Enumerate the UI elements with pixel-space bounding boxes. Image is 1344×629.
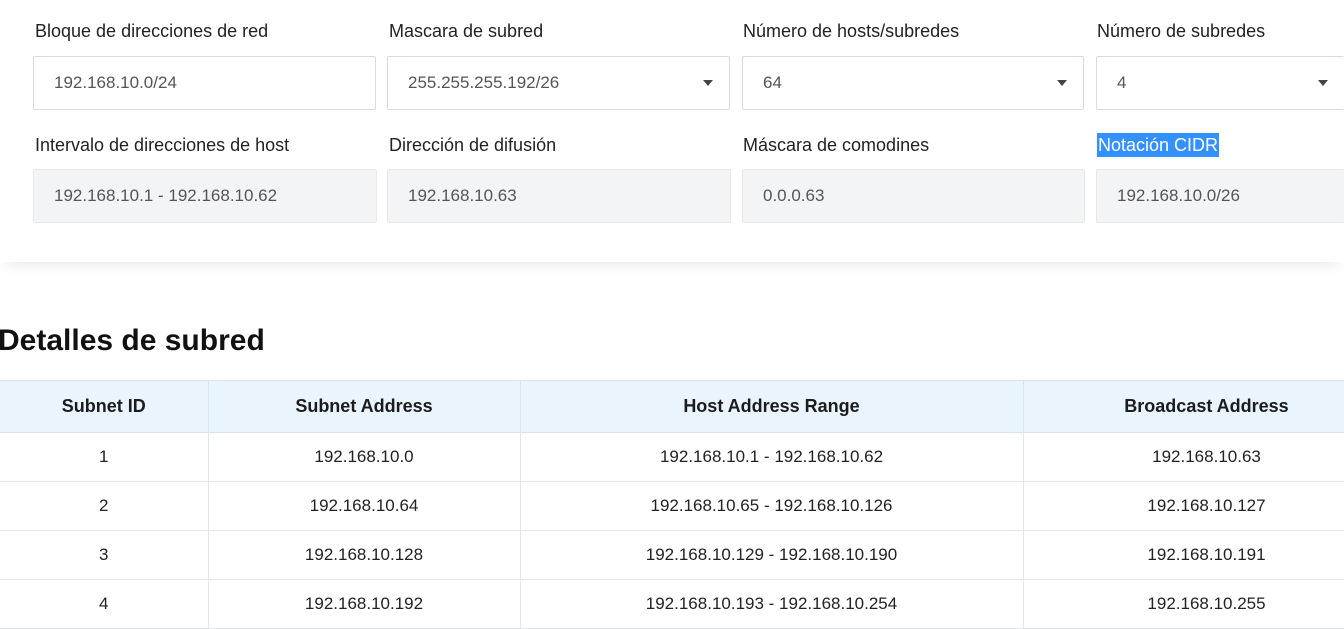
network-block-label: Bloque de direcciones de red <box>35 21 269 41</box>
cidr-value: 192.168.10.0/26 <box>1117 186 1240 205</box>
table-row: 4 192.168.10.192 192.168.10.193 - 192.16… <box>0 579 1344 629</box>
cell-host-range: 192.168.10.129 - 192.168.10.190 <box>520 530 1024 580</box>
subnet-mask-label: Mascara de subred <box>389 21 544 41</box>
subnet-mask-value: 255.255.255.192/26 <box>408 73 560 92</box>
column-header-subnet-address: Subnet Address <box>208 380 521 433</box>
wildcard-label: Máscara de comodines <box>743 135 930 155</box>
hosts-per-subnet-select[interactable]: 64 <box>742 56 1084 110</box>
wildcard-output: 0.0.0.63 <box>742 169 1085 223</box>
column-header-subnet-id: Subnet ID <box>0 380 209 433</box>
cell-host-range: 192.168.10.193 - 192.168.10.254 <box>520 579 1024 629</box>
cell-host-range: 192.168.10.1 - 192.168.10.62 <box>520 432 1024 482</box>
hosts-per-subnet-label: Número de hosts/subredes <box>743 21 960 41</box>
cell-subnet-address: 192.168.10.192 <box>208 579 521 629</box>
chevron-down-icon <box>1057 80 1067 86</box>
broadcast-value: 192.168.10.63 <box>408 186 517 205</box>
host-range-value: 192.168.10.1 - 192.168.10.62 <box>54 186 278 205</box>
subnet-count-value: 4 <box>1117 73 1127 92</box>
hosts-per-subnet-value: 64 <box>763 73 782 92</box>
cell-host-range: 192.168.10.65 - 192.168.10.126 <box>520 481 1024 531</box>
subnet-count-label: Número de subredes <box>1097 21 1266 41</box>
subnet-details-table-wrap: Subnet ID Subnet Address Host Address Ra… <box>0 380 1344 629</box>
subnet-mask-select[interactable]: 255.255.255.192/26 <box>387 56 730 110</box>
host-range-output: 192.168.10.1 - 192.168.10.62 <box>33 169 377 223</box>
network-block-input[interactable]: 192.168.10.0/24 <box>33 56 376 110</box>
cell-broadcast: 192.168.10.127 <box>1023 481 1344 531</box>
subnet-calculator-card: Bloque de direcciones de red 192.168.10.… <box>0 0 1344 262</box>
table-header-row: Subnet ID Subnet Address Host Address Ra… <box>0 380 1344 433</box>
broadcast-output: 192.168.10.63 <box>387 169 731 223</box>
subnet-details-title: Detalles de subred <box>0 324 265 357</box>
network-block-value: 192.168.10.0/24 <box>54 73 177 92</box>
cidr-output: 192.168.10.0/26 <box>1096 169 1344 223</box>
wildcard-value: 0.0.0.63 <box>763 186 825 205</box>
cell-subnet-id: 1 <box>0 432 209 482</box>
host-range-label: Intervalo de direcciones de host <box>35 135 290 155</box>
chevron-down-icon <box>1318 80 1328 86</box>
cell-subnet-address: 192.168.10.128 <box>208 530 521 580</box>
table-row: 1 192.168.10.0 192.168.10.1 - 192.168.10… <box>0 432 1344 482</box>
cell-subnet-id: 2 <box>0 481 209 531</box>
cell-subnet-address: 192.168.10.0 <box>208 432 521 482</box>
table-row: 2 192.168.10.64 192.168.10.65 - 192.168.… <box>0 481 1344 531</box>
cidr-label: Notación CIDR <box>1097 133 1220 157</box>
column-header-broadcast: Broadcast Address <box>1023 380 1344 433</box>
chevron-down-icon <box>703 80 713 86</box>
cell-subnet-address: 192.168.10.64 <box>208 481 521 531</box>
cell-subnet-id: 3 <box>0 530 209 580</box>
table-row: 3 192.168.10.128 192.168.10.129 - 192.16… <box>0 530 1344 580</box>
cell-broadcast: 192.168.10.255 <box>1023 579 1344 629</box>
cell-broadcast: 192.168.10.63 <box>1023 432 1344 482</box>
column-header-host-range: Host Address Range <box>520 380 1024 433</box>
cell-subnet-id: 4 <box>0 579 209 629</box>
subnet-details-table: Subnet ID Subnet Address Host Address Ra… <box>0 380 1344 629</box>
subnet-count-select[interactable]: 4 <box>1096 56 1344 110</box>
broadcast-label: Dirección de difusión <box>389 135 557 155</box>
cell-broadcast: 192.168.10.191 <box>1023 530 1344 580</box>
